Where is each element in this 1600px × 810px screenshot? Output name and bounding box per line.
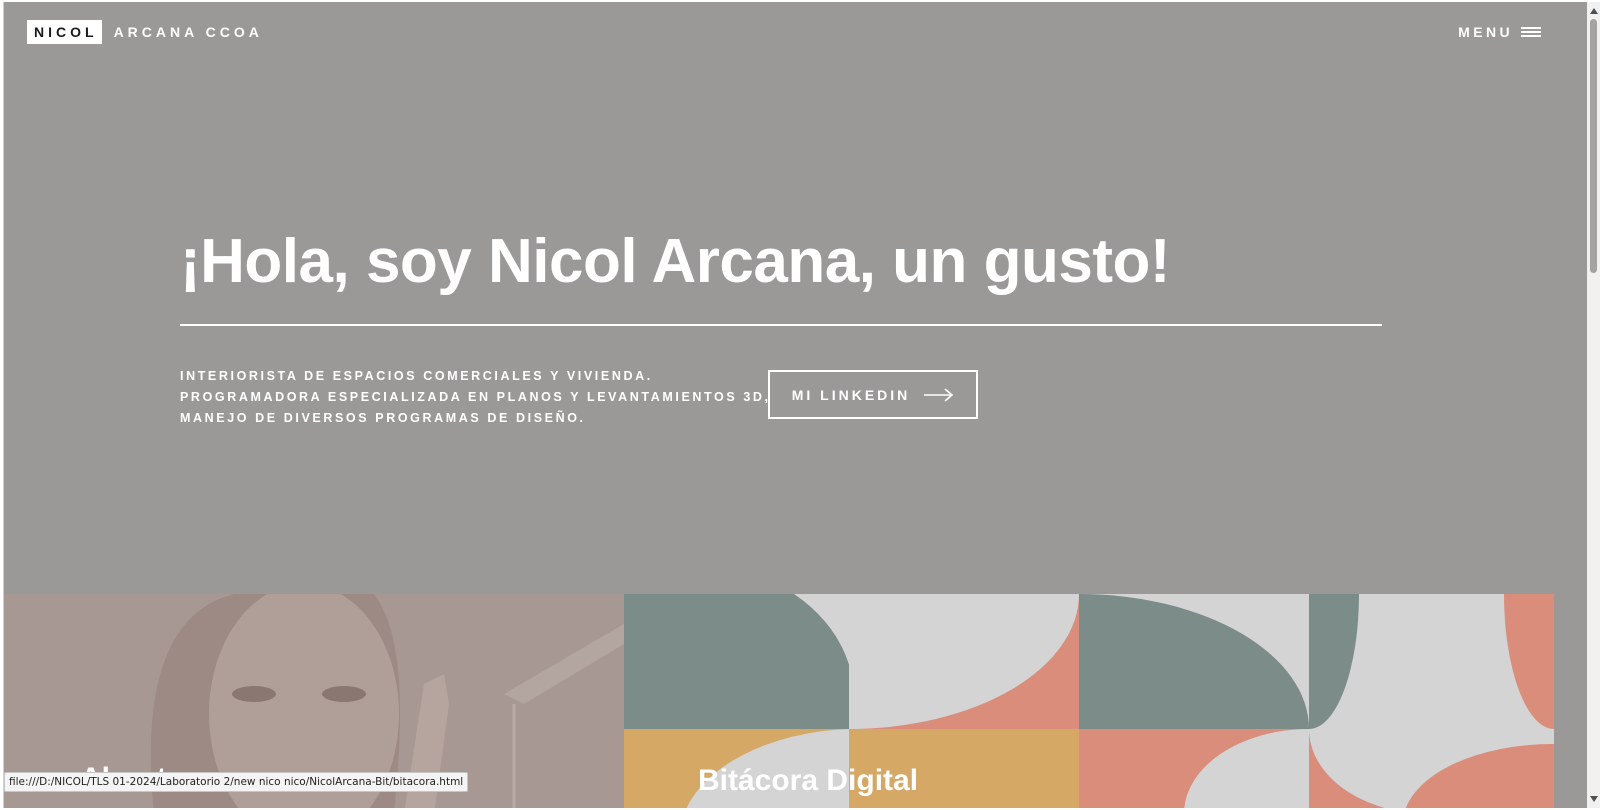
- bitacora-panel-title[interactable]: Bitácora Digital: [698, 764, 918, 798]
- scroll-up-arrow-icon[interactable]: [1589, 6, 1598, 16]
- hero-title: ¡Hola, soy Nicol Arcana, un gusto!: [180, 227, 1171, 296]
- brand-logo-text[interactable]: ARCANA CCOA: [114, 24, 263, 40]
- hero-description: INTERIORISTA DE ESPACIOS COMERCIALES Y V…: [180, 366, 771, 429]
- linkedin-button[interactable]: MI LINKEDIN: [768, 370, 978, 419]
- page-viewport: NICOL ARCANA CCOA MENU ¡Hola, soy Nicol …: [3, 2, 1587, 808]
- arrow-right-icon: [924, 387, 954, 402]
- status-bar-url: file:///D:/NICOL/TLS 01-2024/Laboratorio…: [4, 772, 469, 792]
- menu-button[interactable]: MENU: [1458, 24, 1541, 40]
- hero-description-line: PROGRAMADORA ESPECIALIZADA EN PLANOS Y L…: [180, 390, 771, 404]
- hamburger-icon[interactable]: [1521, 26, 1541, 38]
- hero-divider: [180, 324, 1382, 326]
- hero-description-line: INTERIORISTA DE ESPACIOS COMERCIALES Y V…: [180, 369, 653, 383]
- brand-logo[interactable]: NICOL ARCANA CCOA: [27, 20, 263, 44]
- bitacora-panel[interactable]: Bitácora Digital: [624, 594, 1554, 808]
- brand-logo-box[interactable]: NICOL: [27, 20, 102, 44]
- menu-label[interactable]: MENU: [1458, 24, 1513, 40]
- linkedin-button-label[interactable]: MI LINKEDIN: [792, 387, 911, 403]
- hero-description-line: MANEJO DE DIVERSOS PROGRAMAS DE DISEÑO.: [180, 411, 586, 425]
- scroll-down-arrow-icon[interactable]: [1589, 794, 1598, 804]
- scrollbar-thumb[interactable]: [1590, 19, 1597, 273]
- vertical-scrollbar[interactable]: [1587, 2, 1600, 808]
